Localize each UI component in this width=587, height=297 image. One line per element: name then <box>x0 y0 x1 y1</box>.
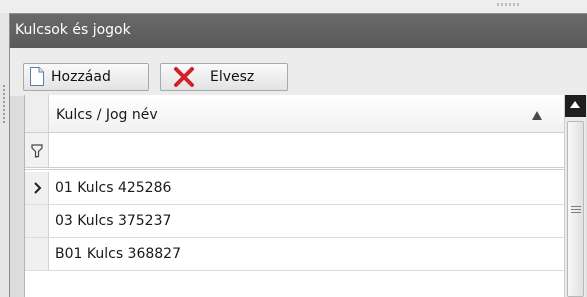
resize-grip[interactable] <box>497 3 521 6</box>
sort-ascending-icon <box>532 111 542 120</box>
grid-header-row: Kulcs / Jog név <box>25 95 565 133</box>
add-button-label: Hozzáad <box>51 69 111 85</box>
column-header-name[interactable]: Kulcs / Jog név <box>50 95 565 132</box>
filter-indicator-cell <box>25 133 49 167</box>
panel-title: Kulcsok és jogok <box>15 22 131 38</box>
table-row[interactable]: 03 Kulcs 375237 <box>25 205 565 238</box>
splitter[interactable] <box>0 13 9 297</box>
row-name: 03 Kulcs 375237 <box>55 213 172 229</box>
filter-row <box>25 133 565 170</box>
header-indicator-cell <box>25 95 49 132</box>
splitter-grip[interactable] <box>3 85 5 125</box>
red-x-icon <box>174 67 194 87</box>
row-cell[interactable]: 01 Kulcs 425286 <box>50 172 565 204</box>
row-indicator <box>25 172 49 204</box>
document-icon <box>30 67 44 86</box>
column-header-label: Kulcs / Jog név <box>56 107 158 123</box>
filter-input[interactable] <box>50 133 565 167</box>
keys-grid: Kulcs / Jog név 01 Kulcs 425286 03 Kulcs… <box>24 95 565 297</box>
remove-button[interactable]: Elvesz <box>160 63 288 91</box>
row-name: B01 Kulcs 368827 <box>55 246 181 262</box>
remove-button-label: Elvesz <box>210 69 255 85</box>
toolbar: Hozzáad Elvesz <box>10 48 587 96</box>
arrow-up-icon <box>570 101 580 108</box>
table-row[interactable]: B01 Kulcs 368827 <box>25 238 565 271</box>
row-indicator <box>25 238 49 270</box>
vertical-scrollbar[interactable] <box>564 95 586 297</box>
add-button[interactable]: Hozzáad <box>23 63 149 91</box>
filter-icon <box>31 144 43 158</box>
top-edge <box>0 0 587 13</box>
panel-title-bar: Kulcsok és jogok <box>10 14 587 48</box>
row-indicator <box>25 205 49 237</box>
row-cell[interactable]: 03 Kulcs 375237 <box>50 205 565 237</box>
scroll-grip-icon <box>571 206 581 213</box>
scroll-up-button[interactable] <box>565 95 586 117</box>
row-name: 01 Kulcs 425286 <box>55 180 172 196</box>
current-row-icon <box>34 182 42 194</box>
row-cell[interactable]: B01 Kulcs 368827 <box>50 238 565 270</box>
table-row[interactable]: 01 Kulcs 425286 <box>25 172 565 205</box>
scroll-thumb[interactable] <box>567 121 584 297</box>
